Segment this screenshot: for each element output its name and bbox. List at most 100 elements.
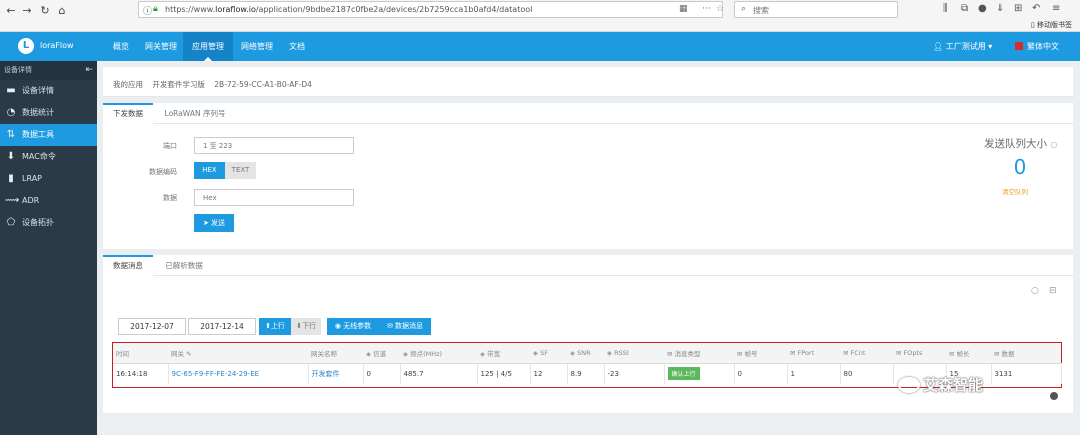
chat-icon[interactable]: ● <box>978 3 987 14</box>
cell-time: 16:14:18 <box>113 363 169 384</box>
lock-icon: 🔒︎ <box>153 4 158 14</box>
sidebar-item-statistics[interactable]: ◔ 数据统计 <box>0 102 97 124</box>
menu-overview[interactable]: 概览 <box>104 32 138 61</box>
col-frame-len-label: 帧长 <box>956 349 970 358</box>
user-menu[interactable]: 👤︎ 工厂测试用 ▾ <box>933 41 992 52</box>
wifi-icon: ◉ <box>334 322 341 330</box>
collapse-panel-icon[interactable]: ⊟ <box>1049 286 1057 296</box>
reload-icon[interactable]: ↻ <box>37 3 53 19</box>
col-msg-type[interactable]: ✉ 消息类型 <box>664 343 734 364</box>
data-message-button[interactable]: ✉ 数据消息 <box>379 318 431 335</box>
watermark: 艾森智能 <box>898 374 983 395</box>
date-from-input[interactable] <box>118 318 186 335</box>
more-icon[interactable]: ··· <box>702 4 711 14</box>
queue-title-text: 发送队列大小 <box>984 138 1047 150</box>
loraflow-logo-icon[interactable]: L <box>18 38 34 54</box>
menu-application[interactable]: 应用管理 <box>183 32 233 61</box>
col-snr[interactable]: ◈ SNR <box>567 343 604 364</box>
col-frame-len[interactable]: ✉ 帧长 <box>946 343 991 364</box>
clear-queue-link[interactable]: 清空队列 <box>1002 186 1028 196</box>
text-button[interactable]: TEXT <box>225 162 256 179</box>
col-bandwidth[interactable]: ◈ 带宽 <box>477 343 530 364</box>
col-sf[interactable]: ◈ SF <box>530 343 567 364</box>
col-time[interactable]: 时间 <box>113 343 168 364</box>
download-arrow-icon: ⬇ <box>6 151 16 162</box>
sidebar-item-adr[interactable]: ⟿ ADR <box>0 190 97 212</box>
bookmark-star-icon[interactable]: ☆ <box>716 4 724 14</box>
brand-name[interactable]: loraFlow <box>40 41 74 50</box>
col-rssi[interactable]: ◈ RSSI <box>604 343 664 364</box>
refresh-icon[interactable]: ○ <box>1031 286 1039 296</box>
send-icon: ➤ <box>202 219 209 227</box>
col-msg-type-label: 消息类型 <box>674 349 701 358</box>
tab-parsed-data[interactable]: 已解析数据 <box>161 255 207 276</box>
send-label: 发送 <box>211 219 226 227</box>
downlink-button[interactable]: ⬇下行 <box>291 318 321 335</box>
menu-gateway[interactable]: 网关管理 <box>136 32 186 61</box>
browser-chrome: ← → ↻ ⌂ ⓘ 🔒︎ https://www.loraflow.io/app… <box>0 0 1080 32</box>
col-channel-label: 信道 <box>373 349 387 358</box>
cell-gateway-name[interactable]: 开发套件 <box>308 363 364 384</box>
col-sf-label: SF <box>540 348 548 357</box>
library-icon[interactable]: ⫼ <box>943 3 948 14</box>
breadcrumb: 我的应用 开发套件学习版 2B-72-59-CC-A1-B0-AF-D4 <box>113 79 319 90</box>
col-gateway[interactable]: 网关 ✎ <box>168 343 308 364</box>
col-frequency[interactable]: ◈ 频点(MHz) <box>400 343 477 364</box>
tab-lorawan-seq[interactable]: LoRaWAN 序列号 <box>161 103 229 124</box>
col-gateway-label: 网关 <box>171 349 184 358</box>
menu-icon[interactable]: ≡ <box>1052 3 1060 14</box>
breadcrumb-my-apps[interactable]: 我的应用 <box>113 80 143 89</box>
clock-icon: ◔ <box>6 107 16 118</box>
port-input[interactable] <box>194 137 354 154</box>
url-text[interactable]: https://www.loraflow.io/application/9bdb… <box>165 5 532 14</box>
cell-gateway[interactable]: 9C-65-F9-FF-FE-24-29-EE <box>168 363 309 384</box>
col-fcnt[interactable]: ✉ FCnt <box>840 343 893 364</box>
data-input[interactable] <box>194 189 354 206</box>
forward-arrow-icon[interactable]: → <box>19 3 35 19</box>
collapse-icon[interactable]: ⇤ <box>85 61 93 80</box>
grid-icon[interactable]: ⊞ <box>1014 3 1022 14</box>
cell-rssi: -23 <box>604 363 665 384</box>
radio-params-button[interactable]: ◉ 无线参数 <box>327 318 379 335</box>
sidebar-item-topology[interactable]: ⬠ 设备拓扑 <box>0 212 97 234</box>
wechat-icon <box>898 377 920 393</box>
sidebar-item-lrap[interactable]: ▮ LRAP <box>0 168 97 190</box>
sidebar-item-data-tool[interactable]: ⇅ 数据工具 <box>0 124 97 146</box>
sidebar-item-device-detail[interactable]: ▬ 设备详情 <box>0 80 97 102</box>
col-fopts[interactable]: ✉ FOpts <box>893 343 946 364</box>
screenshot-icon[interactable]: ⧉ <box>961 3 968 14</box>
address-bar[interactable]: ⓘ 🔒︎ https://www.loraflow.io/application… <box>138 1 724 18</box>
col-data[interactable]: ✉ 数据 <box>991 343 1061 364</box>
search-input[interactable] <box>753 4 893 16</box>
qr-icon[interactable]: ▦ <box>679 4 688 14</box>
send-button[interactable]: ➤ 发送 <box>194 214 234 232</box>
search-box[interactable]: ⌕ <box>734 1 898 18</box>
download-icon[interactable]: ⇓ <box>996 3 1004 14</box>
uplink-button[interactable]: ⬆上行 <box>259 318 291 335</box>
info-icon[interactable]: ⓘ <box>143 4 152 17</box>
cell-fport: 1 <box>787 363 841 384</box>
queue-size: 0 <box>1013 155 1027 179</box>
tab-downlink[interactable]: 下发数据 <box>103 103 153 124</box>
tab-data-messages[interactable]: 数据消息 <box>103 255 153 276</box>
home-icon[interactable]: ⌂ <box>54 3 70 19</box>
sidebar-item-mac[interactable]: ⬇ MAC命令 <box>0 146 97 168</box>
menu-network[interactable]: 网络管理 <box>232 32 282 61</box>
menu-docs[interactable]: 文档 <box>280 32 314 61</box>
cell-snr: 8.9 <box>567 363 605 384</box>
col-gateway-name[interactable]: 网关名称 <box>308 343 363 364</box>
cell-data: 3131 <box>991 363 1062 384</box>
folder-icon: ▯ <box>1030 21 1035 29</box>
col-fport[interactable]: ✉ FPort <box>787 343 840 364</box>
back-arrow-icon[interactable]: ← <box>3 3 19 19</box>
envelope-icon: ✉ <box>386 322 393 330</box>
cell-sf: 12 <box>530 363 568 384</box>
hex-button[interactable]: HEX <box>194 162 225 179</box>
date-to-input[interactable] <box>188 318 256 335</box>
col-channel[interactable]: ◈ 信道 <box>363 343 400 364</box>
language-switch[interactable]: 繁体中文 <box>1015 41 1059 52</box>
col-frame-no[interactable]: ✉ 帧号 <box>734 343 787 364</box>
breadcrumb-app[interactable]: 开发套件学习版 <box>152 80 205 89</box>
undo-icon[interactable]: ↶ <box>1032 3 1040 14</box>
mobile-bookmarks[interactable]: ▯ 移动版书签 <box>1031 20 1072 30</box>
